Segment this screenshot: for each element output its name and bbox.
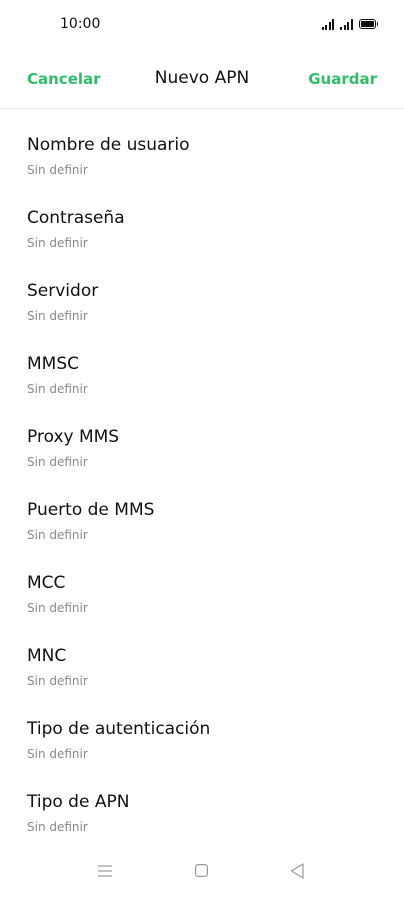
field-mnc[interactable]: MNC Sin definir	[0, 620, 404, 693]
field-value: Sin definir	[27, 528, 88, 542]
home-icon[interactable]	[195, 864, 208, 877]
field-value: Sin definir	[27, 601, 88, 615]
navigation-bar	[0, 852, 404, 892]
status-icons	[321, 18, 378, 30]
field-label: Nombre de usuario	[27, 135, 190, 155]
status-bar: 10:00	[0, 0, 404, 52]
field-server[interactable]: Servidor Sin definir	[0, 255, 404, 328]
save-button[interactable]: Guardar	[308, 70, 377, 88]
field-mmsc[interactable]: MMSC Sin definir	[0, 328, 404, 401]
field-auth-type[interactable]: Tipo de autenticación Sin definir	[0, 693, 404, 766]
field-label: MMSC	[27, 354, 79, 374]
back-icon[interactable]	[290, 863, 304, 879]
field-label: MCC	[27, 573, 66, 593]
app-header: Cancelar Nuevo APN Guardar	[0, 52, 404, 109]
signal-strength-icon-sim2	[340, 18, 353, 30]
field-value: Sin definir	[27, 309, 88, 323]
menu-icon[interactable]	[98, 865, 112, 877]
battery-icon	[358, 18, 378, 30]
field-value: Sin definir	[27, 382, 88, 396]
field-label: Servidor	[27, 281, 99, 301]
field-label: MNC	[27, 646, 67, 666]
field-password[interactable]: Contraseña Sin definir	[0, 182, 404, 255]
field-mms-proxy[interactable]: Proxy MMS Sin definir	[0, 401, 404, 474]
field-label: Tipo de APN	[27, 792, 130, 812]
field-value: Sin definir	[27, 820, 88, 834]
field-apn-type[interactable]: Tipo de APN Sin definir	[0, 766, 404, 839]
field-value: Sin definir	[27, 455, 88, 469]
field-username[interactable]: Nombre de usuario Sin definir	[0, 109, 404, 182]
field-value: Sin definir	[27, 747, 88, 761]
signal-strength-icon	[321, 18, 334, 30]
field-value: Sin definir	[27, 236, 88, 250]
field-label: Proxy MMS	[27, 427, 120, 447]
field-label: Puerto de MMS	[27, 500, 155, 520]
apn-settings-list: Nombre de usuario Sin definir Contraseña…	[0, 109, 404, 839]
status-time: 10:00	[60, 16, 101, 32]
field-label: Contraseña	[27, 208, 125, 228]
field-value: Sin definir	[27, 674, 88, 688]
field-value: Sin definir	[27, 163, 88, 177]
field-label: Tipo de autenticación	[27, 719, 211, 739]
field-mcc[interactable]: MCC Sin definir	[0, 547, 404, 620]
field-mms-port[interactable]: Puerto de MMS Sin definir	[0, 474, 404, 547]
